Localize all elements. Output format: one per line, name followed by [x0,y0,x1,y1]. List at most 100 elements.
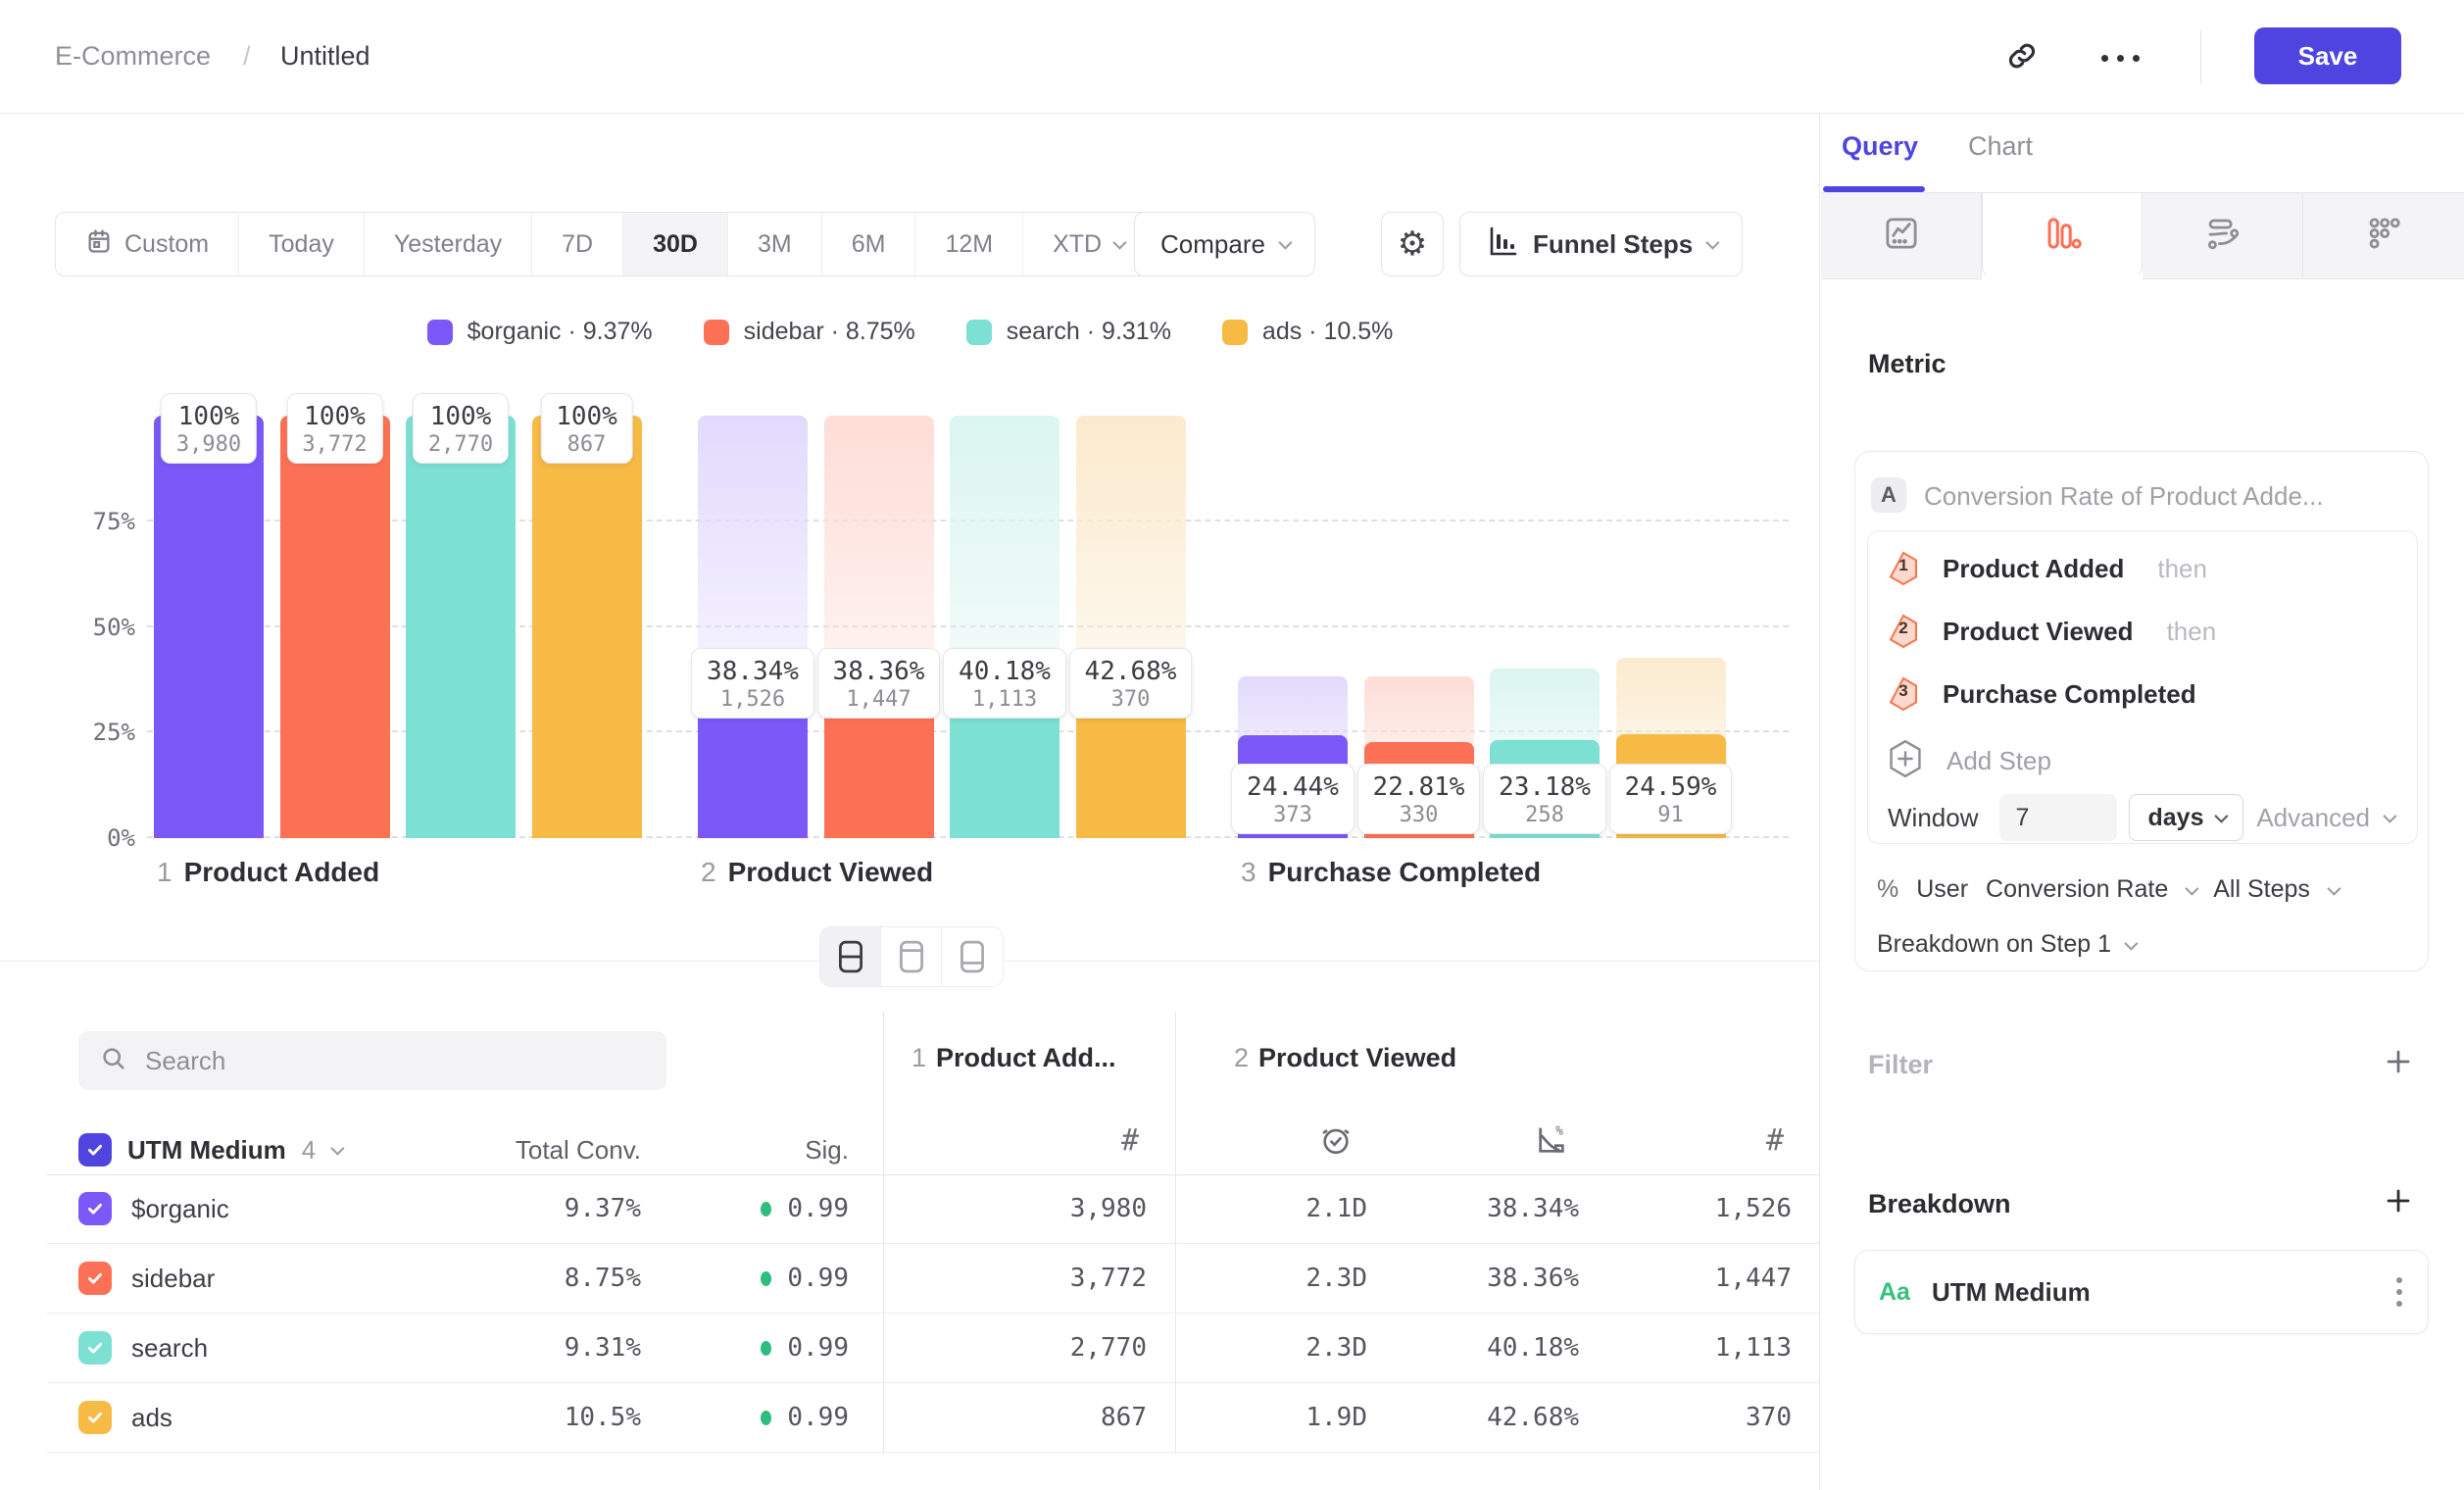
legend-label: search · 9.31% [1007,318,1171,346]
query-step-2[interactable]: 2Product Viewedthen [1888,614,2216,649]
range-30d[interactable]: 30D [623,213,728,275]
step-number-badge: 2 [1888,614,1919,649]
layout-top-button[interactable] [881,927,942,986]
measure-actor[interactable]: User [1916,875,1968,904]
chevron-down-icon [2215,810,2229,823]
range-6m[interactable]: 6M [822,213,916,275]
tab-query[interactable]: Query [1842,131,1918,162]
link-icon [2004,38,2040,78]
table-search-box[interactable] [78,1031,666,1090]
row-value: 3,772 [951,1264,1147,1293]
chevron-down-icon [2383,810,2396,823]
more-menu-button[interactable] [2097,35,2143,80]
y-axis-label: 75% [29,508,135,535]
breadcrumb-separator: / [243,41,251,72]
range-custom[interactable]: Custom [56,213,239,275]
tab-insights[interactable] [1821,193,1982,279]
tab-flows[interactable] [2143,193,2303,279]
range-7d[interactable]: 7D [532,213,623,275]
measure-metric[interactable]: Conversion Rate [1986,875,2168,904]
funnel-step-label: 1Product Added [157,857,379,888]
insights-icon [1882,214,1921,258]
row-checkbox[interactable] [78,1192,112,1225]
funnel-bar[interactable] [154,416,264,838]
funnel-bar[interactable] [406,416,516,838]
row-value: 2.3D [1220,1333,1367,1363]
tab-funnels[interactable] [1982,193,2143,279]
window-unit-select[interactable]: days [2129,794,2243,841]
avg-time-icon[interactable] [1255,1123,1353,1162]
legend-label: $organic · 9.37% [468,318,653,346]
table-step2-header[interactable]: 2Product Viewed [1234,1043,1456,1073]
chevron-down-icon [331,1142,345,1156]
breadcrumb-project[interactable]: E-Commerce [55,41,211,72]
breakdown-property-card[interactable]: Aa UTM Medium [1854,1250,2429,1334]
conversion-rate-icon[interactable]: % [1470,1123,1568,1162]
string-property-icon: Aa [1879,1278,1910,1307]
legend-item[interactable]: search · 9.31% [966,318,1171,346]
range-12m[interactable]: 12M [915,213,1023,275]
total-conv-column-header[interactable]: Total Conv. [445,1135,641,1166]
layout-split-button[interactable] [820,927,881,986]
measure-scope[interactable]: All Steps [2213,875,2310,904]
row-value: 10.5% [445,1403,641,1432]
bar-value-label: 23.18%258 [1483,764,1606,834]
step-number-badge: 1 [1888,551,1919,586]
chart-type-button[interactable]: Funnel Steps [1459,212,1743,276]
kebab-menu-icon[interactable] [2396,1277,2402,1307]
row-significance: 0.99 [653,1333,849,1363]
bar-value-label: 100%2,770 [413,393,509,464]
search-input[interactable] [145,1046,616,1076]
row-checkbox[interactable] [78,1401,112,1434]
sig-column-header[interactable]: Sig. [653,1135,849,1166]
add-step-button[interactable]: Add Step [1888,739,2051,783]
query-step-1[interactable]: 1Product Addedthen [1888,551,2207,586]
row-checkbox[interactable] [78,1331,112,1365]
add-breakdown-button[interactable] [2384,1186,2413,1216]
layout-split-icon [836,939,865,974]
breadcrumb-report-title[interactable]: Untitled [280,41,370,72]
range-yesterday[interactable]: Yesterday [365,213,532,275]
bar-value-label: 24.44%373 [1231,764,1355,834]
svg-text:%: % [1555,1123,1563,1138]
save-button[interactable]: Save [2254,27,2401,84]
report-canvas: CustomTodayYesterday7D30D3M6M12MXTD Comp… [0,114,1820,1490]
row-name: search [131,1333,208,1364]
tab-chart[interactable]: Chart [1968,131,2033,162]
row-value: 2.1D [1220,1194,1367,1223]
search-icon [100,1045,127,1077]
copy-link-button[interactable] [1999,35,2045,80]
tab-retention[interactable] [2303,193,2464,279]
bar-value-label: 40.18%1,113 [943,648,1066,719]
breakdown-on-step-select[interactable]: Breakdown on Step 1 [1877,930,2135,959]
layout-bottom-button[interactable] [942,927,1003,986]
count-icon[interactable]: # [1041,1123,1139,1158]
metric-name[interactable]: Conversion Rate of Product Adde... [1924,481,2324,512]
query-step-3[interactable]: 3Purchase Completed [1888,676,2196,712]
funnel-bar[interactable] [532,416,642,838]
row-checkbox[interactable] [78,1262,112,1295]
count-icon[interactable]: # [1686,1123,1784,1158]
significance-dot [761,1341,771,1356]
chart-settings-button[interactable]: ⚙ [1381,212,1444,276]
percent-icon[interactable]: % [1877,875,1898,904]
breakdown-property-name: UTM Medium [1932,1277,2091,1308]
groupby-header[interactable]: UTM Medium 4 [78,1133,341,1167]
funnel-bar[interactable] [280,416,390,838]
add-filter-button[interactable] [2384,1047,2413,1076]
row-name: ads [131,1403,172,1433]
compare-button[interactable]: Compare [1134,212,1315,276]
legend-item[interactable]: ads · 10.5% [1222,318,1393,346]
bar-value-label: 42.68%370 [1069,648,1193,719]
legend-label: ads · 10.5% [1262,318,1393,346]
advanced-toggle[interactable]: Advanced [2256,794,2393,841]
legend-item[interactable]: $organic · 9.37% [427,318,653,346]
table-step1-header[interactable]: 1Product Add... [912,1043,1116,1073]
range-today[interactable]: Today [239,213,365,275]
range-3m[interactable]: 3M [728,213,822,275]
window-value-input[interactable] [1999,794,2117,841]
bar-value-label: 100%3,772 [286,393,382,464]
legend-item[interactable]: sidebar · 8.75% [704,318,915,346]
row-value: 38.36% [1383,1264,1579,1293]
select-all-checkbox[interactable] [78,1133,112,1167]
